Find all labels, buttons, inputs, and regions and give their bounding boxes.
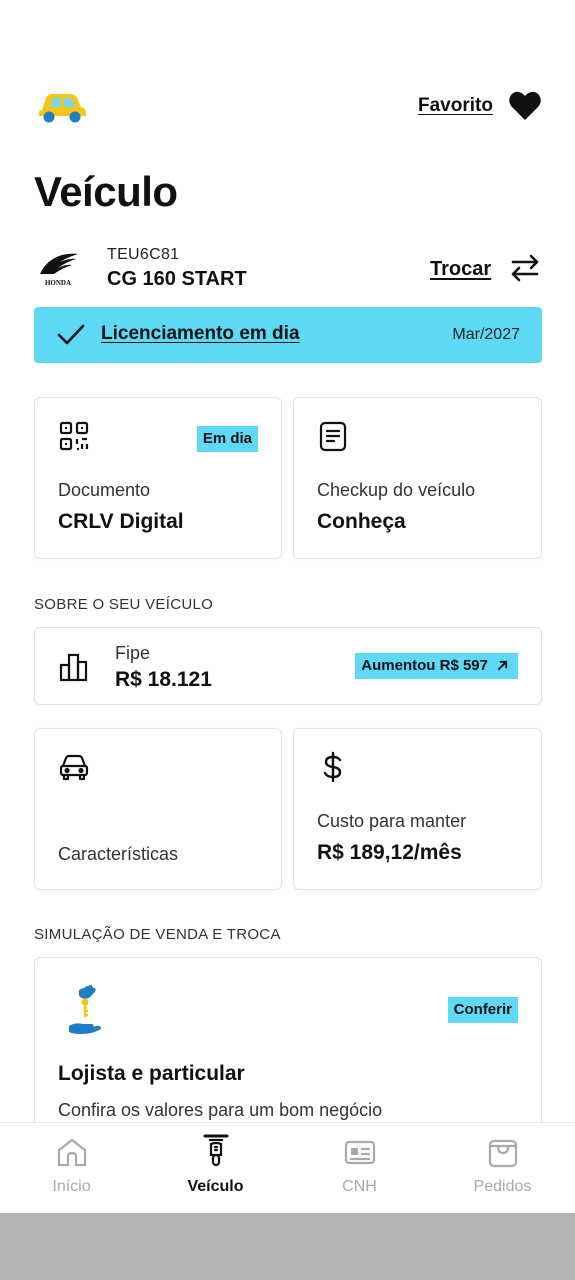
fipe-value: R$ 18.121 <box>115 668 212 691</box>
nav-item-inicio[interactable]: Início <box>0 1123 143 1214</box>
nav-item-cnh[interactable]: CNH <box>288 1123 431 1214</box>
home-icon <box>57 1138 87 1167</box>
vehicle-model: CG 160 START <box>107 268 247 290</box>
simulation-title: Lojista e particular <box>58 1062 245 1085</box>
checkup-card[interactable]: Checkup do veículo Conheça <box>293 397 542 559</box>
nav-label-inicio: Início <box>52 1178 91 1195</box>
maintenance-cost-card[interactable]: Custo para manter R$ 189,12/mês <box>293 728 542 890</box>
svg-text:HONDA: HONDA <box>45 279 71 287</box>
car-icon <box>59 754 89 781</box>
document-card[interactable]: Em dia Documento CRLV Digital <box>34 397 282 559</box>
system-navigation-bar <box>0 1213 575 1280</box>
page-title: Veículo <box>34 168 178 215</box>
maintenance-cost-value: R$ 189,12/mês <box>317 841 462 864</box>
checkup-title: Conheça <box>317 510 406 533</box>
vehicle-plate: TEU6C81 <box>107 246 180 263</box>
fipe-change-text: Aumentou R$ 597 <box>361 657 488 674</box>
heart-icon[interactable] <box>508 90 542 122</box>
nav-item-veiculo[interactable]: Veículo <box>144 1123 287 1214</box>
car-logo-icon <box>39 94 86 123</box>
fipe-label: Fipe <box>115 643 151 663</box>
hand-key-icon <box>69 984 101 1034</box>
simulation-check-badge[interactable]: Conferir <box>447 997 518 1023</box>
nav-item-pedidos[interactable]: Pedidos <box>431 1123 574 1214</box>
license-expiry-date: Mar/2027 <box>452 326 520 343</box>
dollar-sign-icon <box>323 751 342 783</box>
swap-vehicle-link[interactable]: Trocar <box>430 258 491 281</box>
honda-logo-icon: HONDA <box>40 253 78 287</box>
maintenance-cost-label: Custo para manter <box>317 811 467 831</box>
features-label: Características <box>58 844 179 864</box>
simulation-section-label: SIMULAÇÃO DE VENDA E TROCA <box>34 926 281 943</box>
nav-label-pedidos: Pedidos <box>473 1178 532 1195</box>
license-status-label[interactable]: Licenciamento em dia <box>101 323 300 345</box>
id-card-icon <box>344 1140 376 1165</box>
document-list-icon <box>319 421 347 452</box>
bottom-navigation: Início Veículo CNH Pedidos <box>0 1122 575 1213</box>
swap-arrows-icon[interactable] <box>508 252 542 284</box>
document-subtitle: Documento <box>58 480 151 500</box>
document-title: CRLV Digital <box>58 510 184 533</box>
nav-label-veiculo: Veículo <box>187 1178 244 1195</box>
check-icon <box>57 324 85 345</box>
simulation-card[interactable]: Conferir Lojista e particular Confira os… <box>34 957 542 1147</box>
shopping-bag-icon <box>488 1139 518 1168</box>
motorcycle-icon <box>203 1134 229 1167</box>
fipe-change-badge: Aumentou R$ 597 <box>355 653 518 679</box>
simulation-subtitle: Confira os valores para um bom negócio <box>58 1100 383 1120</box>
about-section-label: SOBRE O SEU VEÍCULO <box>34 596 214 613</box>
checkup-subtitle: Checkup do veículo <box>317 480 476 500</box>
arrow-up-right-icon <box>497 660 508 671</box>
bar-chart-icon <box>59 653 88 682</box>
favorite-link[interactable]: Favorito <box>418 95 493 117</box>
nav-label-cnh: CNH <box>342 1178 377 1195</box>
features-card[interactable]: Características <box>34 728 282 890</box>
license-status-banner[interactable]: Licenciamento em dia Mar/2027 <box>34 307 542 363</box>
document-status-badge: Em dia <box>196 426 258 452</box>
qr-code-icon <box>59 421 89 451</box>
fipe-card[interactable]: Fipe R$ 18.121 Aumentou R$ 597 <box>34 627 542 705</box>
